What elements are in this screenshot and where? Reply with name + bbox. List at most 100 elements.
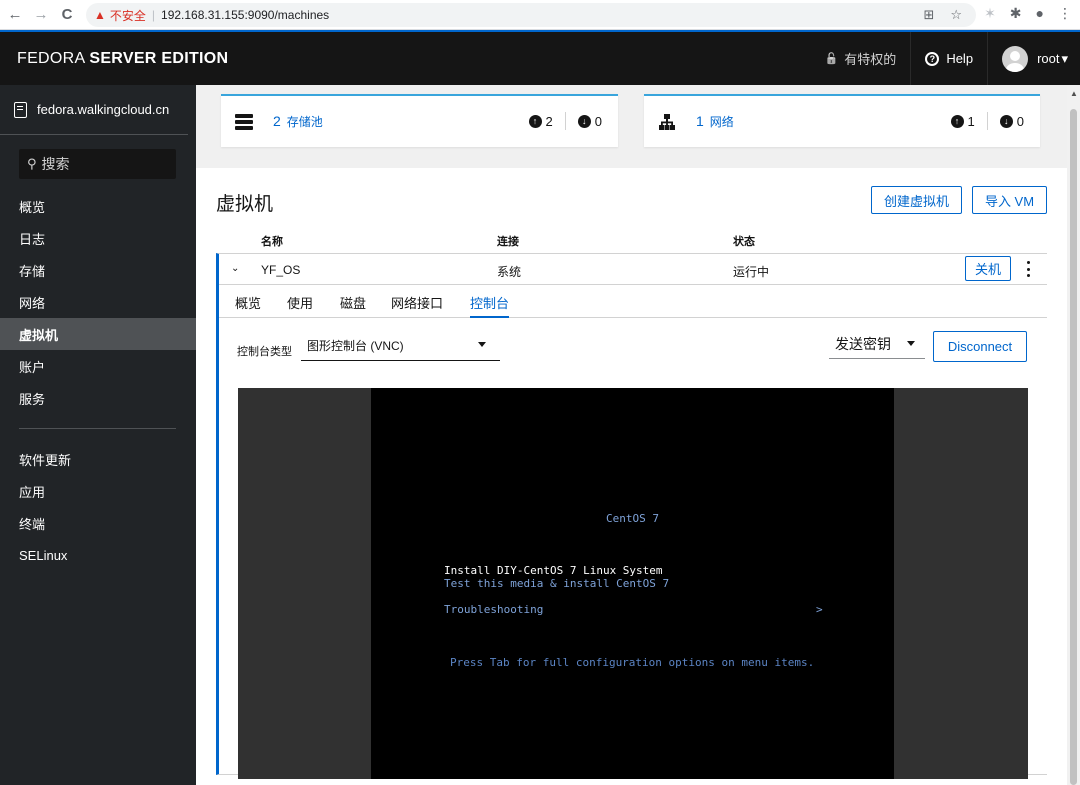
forward-arrow-icon[interactable]: → bbox=[30, 4, 52, 26]
page-scrollbar[interactable]: ▲ bbox=[1067, 85, 1080, 785]
privileged-toggle[interactable]: 🔓 有特权的 bbox=[811, 32, 911, 85]
tab-usage[interactable]: 使用 bbox=[287, 293, 313, 318]
puzzle-icon[interactable]: ✱ bbox=[1010, 5, 1022, 22]
vm-table-header: 名称 连接 状态 bbox=[216, 227, 1047, 253]
tab-overview[interactable]: 概览 bbox=[235, 293, 261, 318]
help-icon: ? bbox=[925, 51, 940, 66]
create-vm-button[interactable]: 创建虚拟机 bbox=[871, 186, 962, 214]
reload-icon[interactable]: C bbox=[56, 4, 78, 26]
chevron-down-icon[interactable]: ⌄ bbox=[231, 263, 239, 274]
sidebar-item-software-updates[interactable]: 软件更新 bbox=[0, 443, 196, 475]
page-title: 虚拟机 bbox=[216, 194, 274, 215]
server-icon bbox=[14, 101, 27, 118]
host-label: fedora.walkingcloud.cn bbox=[37, 102, 170, 117]
search-input[interactable]: ⚲ 搜索 bbox=[19, 149, 176, 179]
disconnect-button[interactable]: Disconnect bbox=[933, 331, 1027, 362]
main-content: 2 存储池 ↑ 2 ↓ 0 1 网络 ↑ 1 ↓ 0 虚拟机 创建虚拟机 导入 … bbox=[196, 85, 1067, 785]
tab-consoles[interactable]: 控制台 bbox=[470, 293, 510, 318]
search-placeholder: 搜索 bbox=[41, 156, 70, 172]
sidebar-item-terminal[interactable]: 终端 bbox=[0, 507, 196, 539]
browser-toolbar: ← → C ▲ 不安全 | 192.168.31.155:9090/machin… bbox=[0, 0, 1080, 30]
import-vm-button[interactable]: 导入 VM bbox=[972, 186, 1047, 214]
vm-expanded-row: ⌄ YF_OS 系统 运行中 关机 概览 使用 磁盘 网络接口 控制台 控制台类… bbox=[216, 253, 1047, 779]
user-menu[interactable]: root ▾ bbox=[987, 32, 1080, 85]
scrollbar-thumb[interactable] bbox=[1070, 109, 1077, 785]
boot-option-troubleshooting: Troubleshooting bbox=[444, 603, 544, 616]
vm-section: 虚拟机 创建虚拟机 导入 VM 名称 连接 状态 ⌄ YF_OS 系统 运行中 … bbox=[196, 168, 1067, 785]
storage-pools-counts: ↑ 2 ↓ 0 bbox=[528, 112, 602, 130]
address-separator: | bbox=[151, 8, 156, 22]
unlock-icon: 🔓 bbox=[824, 53, 839, 65]
send-key-select[interactable]: 发送密钥 bbox=[829, 329, 925, 359]
pools-active-count: 2 bbox=[545, 113, 553, 129]
sidebar-item-overview[interactable]: 概览 bbox=[0, 190, 196, 222]
sidebar: fedora.walkingcloud.cn ⚲ 搜索 概览 日志 存储 网络 … bbox=[0, 85, 196, 785]
console-type-select[interactable]: 图形控制台 (VNC) bbox=[301, 331, 500, 361]
vm-tabs: 概览 使用 磁盘 网络接口 控制台 bbox=[219, 285, 1047, 318]
browser-menu-icon[interactable]: ⋮ bbox=[1058, 5, 1072, 22]
extension-icon[interactable]: ✶ bbox=[984, 5, 996, 22]
vm-connection: 系统 bbox=[497, 265, 522, 279]
sidebar-item-logs[interactable]: 日志 bbox=[0, 222, 196, 254]
address-bar[interactable]: ▲ 不安全 | 192.168.31.155:9090/machines ⊞ ☆ bbox=[86, 3, 976, 27]
storage-stack-icon bbox=[235, 113, 253, 131]
back-arrow-icon[interactable]: ← bbox=[4, 4, 26, 26]
profile-icon[interactable]: ● bbox=[1036, 5, 1044, 22]
url-text: 192.168.31.155:9090/machines bbox=[161, 8, 330, 22]
networks-active-count: 1 bbox=[967, 113, 975, 129]
search-icon: ⚲ bbox=[27, 156, 37, 171]
privileged-label: 有特权的 bbox=[844, 52, 897, 67]
arrow-down-circle-icon: ↓ bbox=[577, 114, 591, 128]
tab-disks[interactable]: 磁盘 bbox=[340, 293, 366, 318]
host-selector[interactable]: fedora.walkingcloud.cn bbox=[0, 85, 188, 135]
scroll-up-arrow-icon[interactable]: ▲ bbox=[1070, 89, 1078, 98]
boot-option-test: Test this media & install CentOS 7 bbox=[444, 577, 670, 590]
boot-hint: Press Tab for full configuration options… bbox=[450, 656, 815, 669]
bookmark-star-icon[interactable]: ☆ bbox=[950, 7, 962, 23]
summary-cards: 2 存储池 ↑ 2 ↓ 0 1 网络 ↑ 1 ↓ 0 bbox=[196, 85, 1067, 168]
sidebar-item-storage[interactable]: 存储 bbox=[0, 254, 196, 286]
networks-card[interactable]: 1 网络 ↑ 1 ↓ 0 bbox=[644, 94, 1040, 147]
vm-state: 运行中 bbox=[733, 265, 770, 279]
translate-icon[interactable]: ⊞ bbox=[923, 7, 934, 23]
console-toolbar: 控制台类型 图形控制台 (VNC) 发送密钥 Disconnect bbox=[219, 318, 1047, 368]
sidebar-item-applications[interactable]: 应用 bbox=[0, 475, 196, 507]
networks-counts: ↑ 1 ↓ 0 bbox=[950, 112, 1024, 130]
console-type-label: 控制台类型 bbox=[237, 346, 292, 358]
storage-pools-link[interactable]: 2 存储池 bbox=[273, 113, 323, 130]
help-label: Help bbox=[946, 51, 974, 66]
nav-secondary: 软件更新 应用 终端 SELinux bbox=[0, 443, 196, 571]
sidebar-item-virtual-machines[interactable]: 虚拟机 bbox=[0, 318, 196, 350]
caret-down-icon bbox=[478, 342, 486, 347]
sidebar-item-networking[interactable]: 网络 bbox=[0, 286, 196, 318]
pools-inactive-count: 0 bbox=[594, 113, 602, 129]
vnc-screen[interactable]: CentOS 7 Install DIY-CentOS 7 Linux Syst… bbox=[371, 388, 894, 779]
column-state: 状态 bbox=[733, 236, 755, 248]
submenu-arrow: > bbox=[816, 603, 823, 616]
kebab-menu-icon[interactable] bbox=[1027, 261, 1031, 277]
sidebar-item-selinux[interactable]: SELinux bbox=[0, 539, 196, 571]
user-label: root bbox=[1037, 51, 1060, 66]
column-name: 名称 bbox=[261, 236, 283, 248]
caret-down-icon: ▾ bbox=[1061, 50, 1068, 66]
brand-logo: FEDORA SERVER EDITION bbox=[17, 49, 229, 67]
storage-pools-card[interactable]: 2 存储池 ↑ 2 ↓ 0 bbox=[221, 94, 618, 147]
shutdown-button[interactable]: 关机 bbox=[965, 256, 1011, 281]
arrow-down-circle-icon: ↓ bbox=[999, 114, 1013, 128]
warning-icon: ▲ bbox=[94, 8, 106, 22]
sidebar-item-accounts[interactable]: 账户 bbox=[0, 350, 196, 382]
tab-network-interfaces[interactable]: 网络接口 bbox=[391, 293, 443, 318]
sidebar-item-services[interactable]: 服务 bbox=[0, 382, 196, 414]
vm-name[interactable]: YF_OS bbox=[261, 263, 300, 277]
networks-inactive-count: 0 bbox=[1016, 113, 1024, 129]
nav-divider bbox=[19, 428, 176, 429]
table-row[interactable]: ⌄ YF_OS 系统 运行中 关机 bbox=[219, 254, 1047, 285]
arrow-up-circle-icon: ↑ bbox=[950, 114, 964, 128]
network-icon bbox=[658, 113, 676, 131]
avatar bbox=[1002, 45, 1029, 72]
arrow-up-circle-icon: ↑ bbox=[528, 114, 542, 128]
column-connection: 连接 bbox=[497, 236, 519, 248]
vnc-console[interactable]: CentOS 7 Install DIY-CentOS 7 Linux Syst… bbox=[238, 388, 1028, 779]
networks-link[interactable]: 1 网络 bbox=[696, 113, 734, 130]
help-menu[interactable]: ? Help bbox=[910, 32, 987, 85]
